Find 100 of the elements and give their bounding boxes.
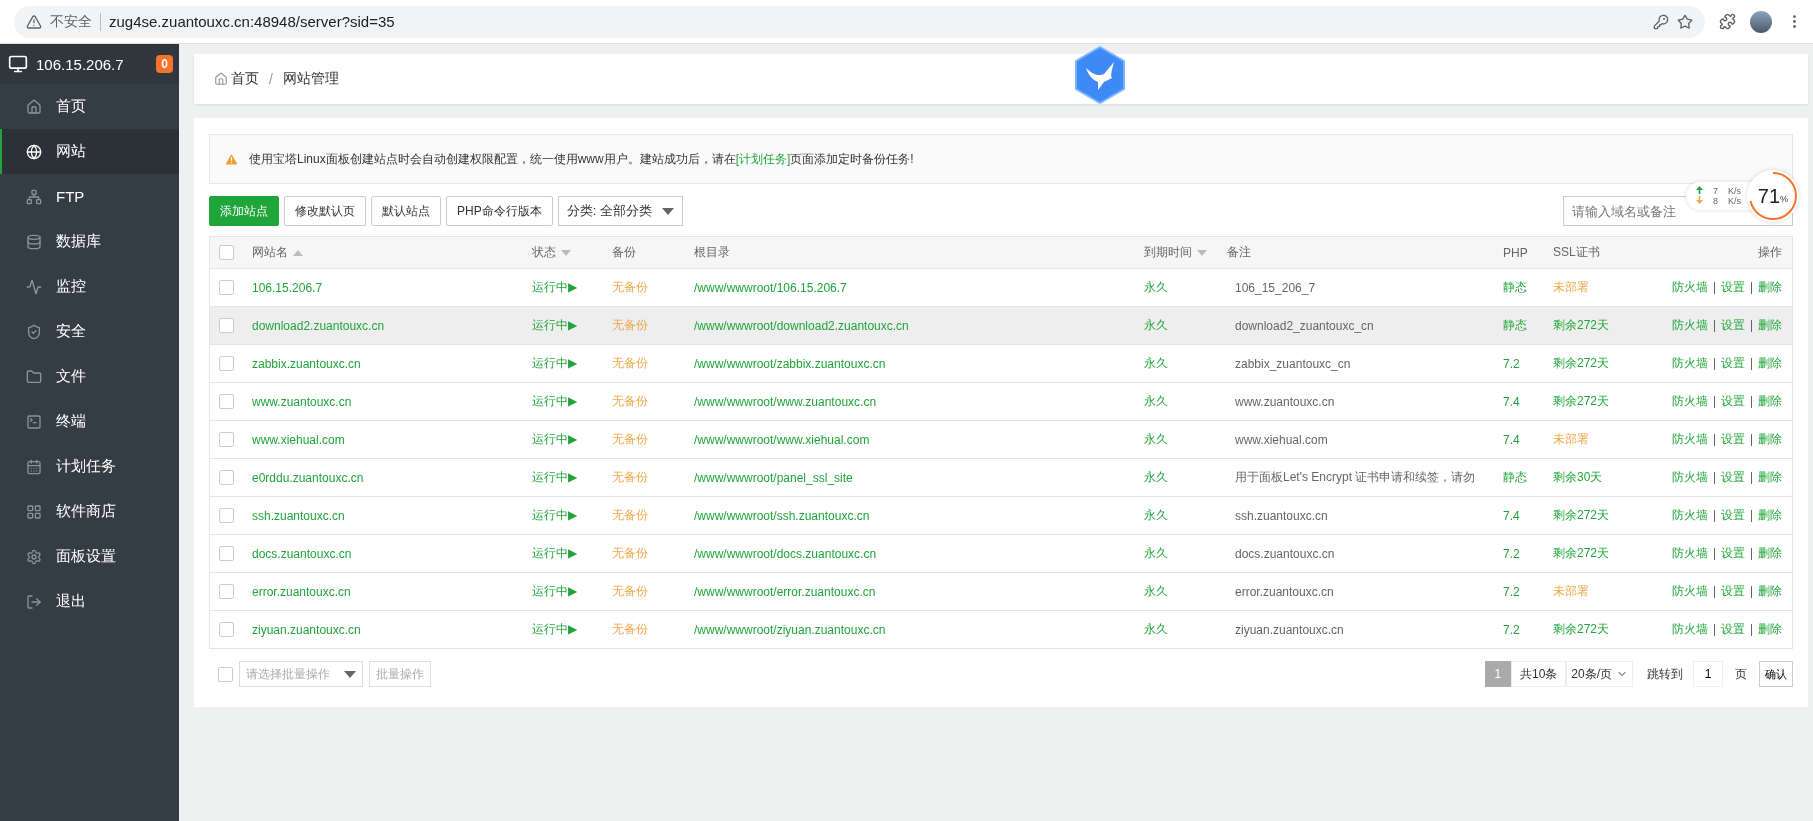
note-text[interactable]: docs.zuantouxc.cn xyxy=(1227,546,1335,561)
sidebar-item[interactable]: FTP xyxy=(0,174,179,219)
table-row[interactable]: e0rddu.zuantouxc.cn 运行中▶ 无备份 /www/wwwroot/panel_ssl_site 永久 用于面板Let's Encrypt 证书申请和续签，请勿 静态 剩余30天 防火墙 设置 删除 xyxy=(209,459,1793,497)
sidebar-item[interactable]: 面板设置 xyxy=(0,534,179,579)
php-link[interactable]: 7.2 xyxy=(1503,546,1520,561)
expire-link[interactable]: 永久 xyxy=(1144,470,1168,484)
checkbox[interactable] xyxy=(219,280,234,295)
ssl-link[interactable]: 剩余272天 xyxy=(1553,394,1610,408)
checkbox[interactable] xyxy=(219,356,234,371)
page-button[interactable]: 1 xyxy=(1484,661,1511,687)
action-link[interactable]: 防火墙 xyxy=(1672,317,1708,334)
backup-link[interactable]: 无备份 xyxy=(612,546,648,560)
action-link[interactable]: 设置 xyxy=(1721,545,1745,562)
table-row[interactable]: error.zuantouxc.cn 运行中▶ 无备份 /www/wwwroot/error.zuantouxc.cn 永久 error.zuantouxc.cn 7.2 未部署 防火墙 设置 删除 xyxy=(209,573,1793,611)
action-link[interactable]: 删除 xyxy=(1758,469,1782,486)
backup-link[interactable]: 无备份 xyxy=(612,432,648,446)
expire-link[interactable]: 永久 xyxy=(1144,508,1168,522)
action-link[interactable]: 设置 xyxy=(1721,469,1745,486)
root-path-link[interactable]: /www/wwwroot/zabbix.zuantouxc.cn xyxy=(694,356,886,371)
sidebar-item[interactable]: 退出 xyxy=(0,579,179,624)
root-path-link[interactable]: /www/wwwroot/docs.zuantouxc.cn xyxy=(694,546,877,561)
action-link[interactable]: 设置 xyxy=(1721,507,1745,524)
backup-link[interactable]: 无备份 xyxy=(612,584,648,598)
backup-link[interactable]: 无备份 xyxy=(612,470,648,484)
php-link[interactable]: 7.2 xyxy=(1503,622,1520,637)
column-header[interactable]: PHP xyxy=(1503,245,1528,260)
php-link[interactable]: 7.4 xyxy=(1503,508,1520,523)
php-link[interactable]: 静态 xyxy=(1503,280,1527,294)
checkbox[interactable] xyxy=(219,470,234,485)
sidebar-item[interactable]: 文件 xyxy=(0,354,179,399)
backup-link[interactable]: 无备份 xyxy=(612,394,648,408)
status-link[interactable]: 运行中▶ xyxy=(532,394,578,408)
table-row[interactable]: www.xiehual.com 运行中▶ 无备份 /www/wwwroot/www.xiehual.com 永久 www.xiehual.com 7.4 未部署 防火墙 设置 删除 xyxy=(209,421,1793,459)
site-name-link[interactable]: ssh.zuantouxc.cn xyxy=(252,508,345,523)
action-link[interactable]: 删除 xyxy=(1758,355,1782,372)
ssl-link[interactable]: 剩余30天 xyxy=(1553,470,1603,484)
note-text[interactable]: zabbix_zuantouxc_cn xyxy=(1227,356,1351,371)
checkbox[interactable] xyxy=(219,546,234,561)
php-link[interactable]: 静态 xyxy=(1503,318,1527,332)
ssl-link[interactable]: 未部署 xyxy=(1553,584,1589,598)
note-text[interactable]: www.zuantouxc.cn xyxy=(1227,394,1335,409)
expire-link[interactable]: 永久 xyxy=(1144,432,1168,446)
checkbox[interactable] xyxy=(219,318,234,333)
action-link[interactable]: 删除 xyxy=(1758,507,1782,524)
action-link[interactable]: 设置 xyxy=(1721,583,1745,600)
checkbox[interactable] xyxy=(219,394,234,409)
php-link[interactable]: 7.4 xyxy=(1503,394,1520,409)
table-row[interactable]: ziyuan.zuantouxc.cn 运行中▶ 无备份 /www/wwwroot/ziyuan.zuantouxc.cn 永久 ziyuan.zuantouxc.cn 7.2 剩余272天 防火墙 设置 删除 xyxy=(209,611,1793,649)
sidebar-item[interactable]: 计划任务 xyxy=(0,444,179,489)
root-path-link[interactable]: /www/wwwroot/106.15.206.7 xyxy=(694,280,847,295)
status-link[interactable]: 运行中▶ xyxy=(532,546,578,560)
key-icon[interactable] xyxy=(1653,13,1669,30)
backup-link[interactable]: 无备份 xyxy=(612,622,648,636)
note-text[interactable]: 106_15_206_7 xyxy=(1227,280,1316,295)
sidebar-item[interactable]: 监控 xyxy=(0,264,179,309)
expire-link[interactable]: 永久 xyxy=(1144,394,1168,408)
ssl-link[interactable]: 剩余272天 xyxy=(1553,622,1610,636)
checkbox[interactable] xyxy=(219,508,234,523)
table-row[interactable]: docs.zuantouxc.cn 运行中▶ 无备份 /www/wwwroot/docs.zuantouxc.cn 永久 docs.zuantouxc.cn 7.2 剩余272天 防火墙 设置 删除 xyxy=(209,535,1793,573)
action-link[interactable]: 设置 xyxy=(1721,279,1745,296)
site-name-link[interactable]: download2.zuantouxc.cn xyxy=(252,318,385,333)
column-header[interactable]: 操作 xyxy=(1758,244,1782,261)
expire-link[interactable]: 永久 xyxy=(1144,622,1168,636)
checkbox[interactable] xyxy=(219,432,234,447)
ssl-link[interactable]: 剩余272天 xyxy=(1553,508,1610,522)
site-name-link[interactable]: zabbix.zuantouxc.cn xyxy=(252,356,361,371)
table-row[interactable]: www.zuantouxc.cn 运行中▶ 无备份 /www/wwwroot/www.zuantouxc.cn 永久 www.zuantouxc.cn 7.4 剩余272天 防火墙 设置 删除 xyxy=(209,383,1793,421)
action-link[interactable]: 防火墙 xyxy=(1672,545,1708,562)
checkbox[interactable] xyxy=(219,622,234,637)
action-link[interactable]: 删除 xyxy=(1758,317,1782,334)
root-path-link[interactable]: /www/wwwroot/www.zuantouxc.cn xyxy=(694,394,877,409)
php-link[interactable]: 7.2 xyxy=(1503,356,1520,371)
ssl-link[interactable]: 未部署 xyxy=(1553,432,1589,446)
category-select[interactable]: 分类: 全部分类 xyxy=(557,196,683,226)
toolbar-button[interactable]: 默认站点 xyxy=(371,196,441,226)
note-text[interactable]: ssh.zuantouxc.cn xyxy=(1227,508,1328,523)
root-path-link[interactable]: /www/wwwroot/download2.zuantouxc.cn xyxy=(694,318,909,333)
expire-link[interactable]: 永久 xyxy=(1144,356,1168,370)
action-link[interactable]: 设置 xyxy=(1721,621,1745,638)
add-site-button[interactable]: 添加站点 xyxy=(209,196,279,226)
column-header[interactable]: SSL证书 xyxy=(1553,244,1600,261)
status-link[interactable]: 运行中▶ xyxy=(532,432,578,446)
table-row[interactable]: download2.zuantouxc.cn 运行中▶ 无备份 /www/wwwroot/download2.zuantouxc.cn 永久 download2_zuantouxc_cn 静态 剩余272天 防火墙 设置 删除 xyxy=(209,307,1793,345)
root-path-link[interactable]: /www/wwwroot/www.xiehual.com xyxy=(694,432,870,447)
ssl-link[interactable]: 未部署 xyxy=(1553,280,1589,294)
column-header[interactable]: 网站名 xyxy=(252,244,288,261)
site-name-link[interactable]: www.zuantouxc.cn xyxy=(252,394,352,409)
status-link[interactable]: 运行中▶ xyxy=(532,280,578,294)
backup-link[interactable]: 无备份 xyxy=(612,318,648,332)
site-name-link[interactable]: docs.zuantouxc.cn xyxy=(252,546,352,561)
checkbox[interactable] xyxy=(219,584,234,599)
notification-badge[interactable]: 0 xyxy=(156,55,173,73)
batch-button[interactable]: 批量操作 xyxy=(369,661,431,687)
action-link[interactable]: 设置 xyxy=(1721,317,1745,334)
note-text[interactable]: 用于面板Let's Encrypt 证书申请和续签，请勿 xyxy=(1227,470,1476,484)
expire-link[interactable]: 永久 xyxy=(1144,318,1168,332)
status-link[interactable]: 运行中▶ xyxy=(532,470,578,484)
batch-select[interactable]: 请选择批量操作 xyxy=(239,661,363,687)
backup-link[interactable]: 无备份 xyxy=(612,356,648,370)
note-text[interactable]: download2_zuantouxc_cn xyxy=(1227,318,1374,333)
